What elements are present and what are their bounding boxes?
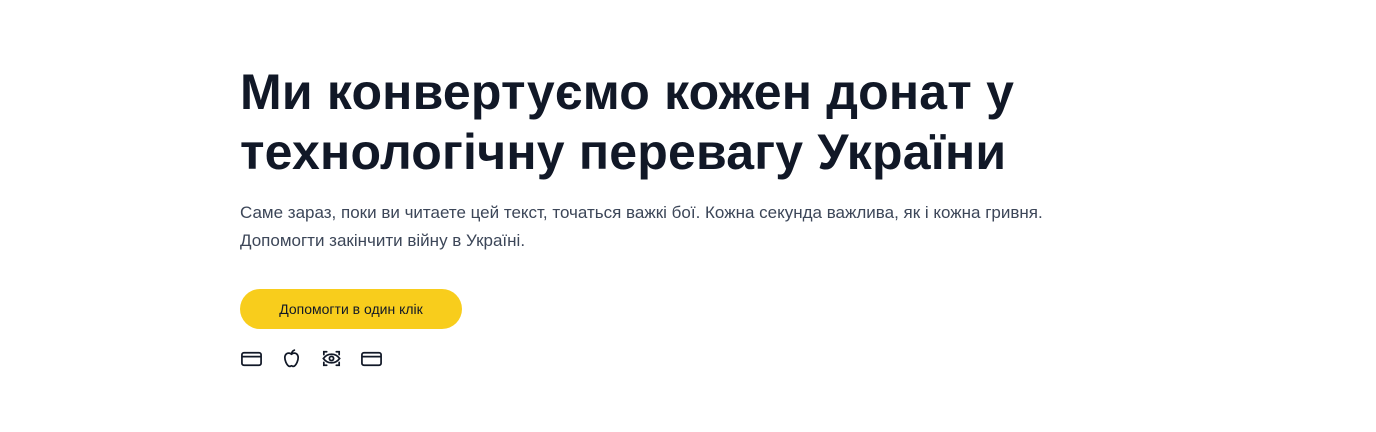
donate-button[interactable]: Допомогти в один клік: [240, 289, 462, 329]
credit-card-icon[interactable]: [360, 347, 383, 370]
page-title: Ми конвертуємо кожен донат у технологічн…: [240, 64, 1015, 180]
eye-icon[interactable]: [320, 347, 343, 370]
payment-methods: [240, 346, 1140, 370]
hero-section: Ми конвертуємо кожен донат у технологічн…: [240, 62, 1140, 370]
hero-subtitle: Саме зараз, поки ви читаете цей текст, т…: [240, 203, 1043, 250]
apple-icon[interactable]: [280, 347, 303, 370]
credit-card-icon[interactable]: [240, 347, 263, 370]
